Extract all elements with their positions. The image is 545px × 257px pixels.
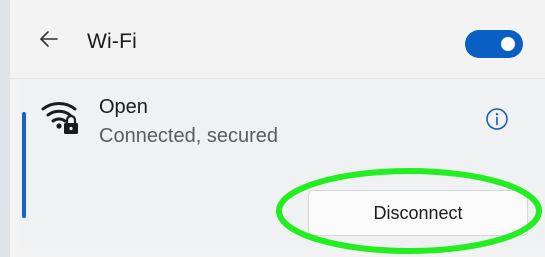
wifi-flyout: Wi-Fi Open Connected, secured Disconnect (0, 0, 545, 257)
wifi-toggle[interactable] (465, 30, 523, 58)
network-status: Connected, secured (99, 125, 279, 147)
wifi-secured-icon (41, 102, 78, 134)
disconnect-button[interactable]: Disconnect (308, 190, 528, 236)
page-title: Wi-Fi (87, 30, 137, 53)
info-icon[interactable] (485, 107, 509, 131)
network-name: Open (99, 96, 148, 118)
toggle-knob (501, 37, 515, 51)
window-edge (0, 0, 10, 257)
selection-indicator (22, 112, 26, 218)
arrow-left-icon[interactable] (38, 28, 60, 50)
